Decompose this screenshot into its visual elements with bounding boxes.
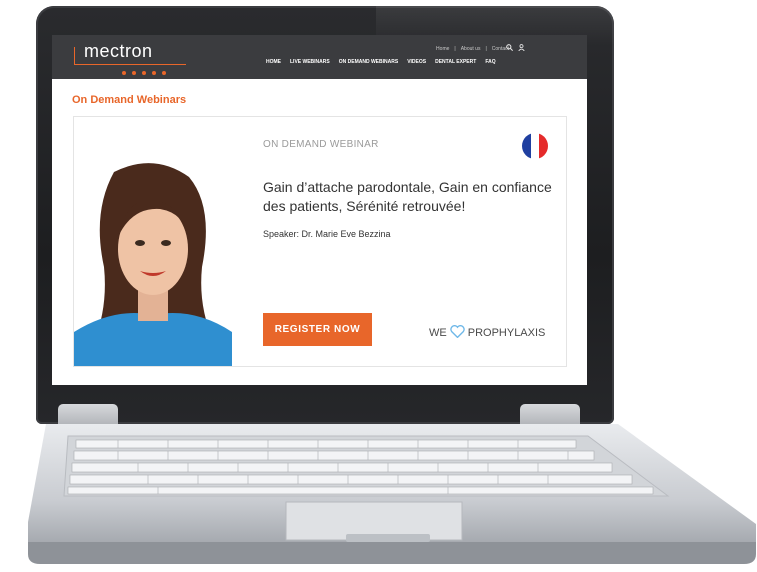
laptop-base	[28, 424, 756, 564]
flag-white-stripe	[530, 133, 540, 159]
site-logo[interactable]: mectron	[84, 41, 153, 62]
tagline-we: WE	[429, 327, 447, 339]
search-icon[interactable]	[506, 44, 514, 53]
section-title: On Demand Webinars	[72, 94, 187, 106]
flag-blue-stripe	[522, 133, 531, 159]
webinar-type-label: ON DEMAND WEBINAR	[263, 139, 379, 150]
flag-red-stripe	[539, 133, 548, 159]
utility-nav: Home | About us | Contact	[436, 46, 509, 52]
util-link-about[interactable]: About us	[461, 46, 481, 52]
nav-on-demand-webinars[interactable]: ON DEMAND WEBINARS	[339, 59, 398, 65]
speaker-photo	[74, 157, 232, 366]
site-header: mectron Home | About us | Contact HOME L…	[52, 35, 587, 79]
nav-videos[interactable]: VIDEOS	[407, 59, 426, 65]
speaker-name: Speaker: Dr. Marie Eve Bezzina	[263, 229, 391, 239]
nav-faq[interactable]: FAQ	[485, 59, 495, 65]
webinar-card: ON DEMAND WEBINAR Gain d’attache parodon…	[73, 116, 567, 367]
tagline-prophylaxis: PROPHYLAXIS	[467, 327, 546, 339]
main-nav: HOME LIVE WEBINARS ON DEMAND WEBINARS VI…	[266, 59, 496, 65]
util-separator: |	[485, 46, 487, 52]
webinar-title[interactable]: Gain d’attache parodontale, Gain en conf…	[263, 178, 558, 216]
nav-dental-expert[interactable]: DENTAL EXPERT	[435, 59, 476, 65]
logo-dots	[122, 62, 172, 80]
laptop-screen: mectron Home | About us | Contact HOME L…	[52, 35, 587, 385]
we-love-prophylaxis-logo: WE PROPHYLAXIS	[429, 325, 545, 341]
register-now-button[interactable]: REGISTER NOW	[263, 313, 372, 346]
header-icons	[506, 44, 525, 53]
logo-accent-bar	[74, 47, 75, 65]
util-separator: |	[454, 46, 456, 52]
heart-icon	[450, 325, 465, 341]
nav-home[interactable]: HOME	[266, 59, 281, 65]
util-link-home[interactable]: Home	[436, 46, 449, 52]
french-flag-icon	[522, 133, 548, 159]
user-icon[interactable]	[518, 44, 525, 53]
nav-live-webinars[interactable]: LIVE WEBINARS	[290, 59, 330, 65]
